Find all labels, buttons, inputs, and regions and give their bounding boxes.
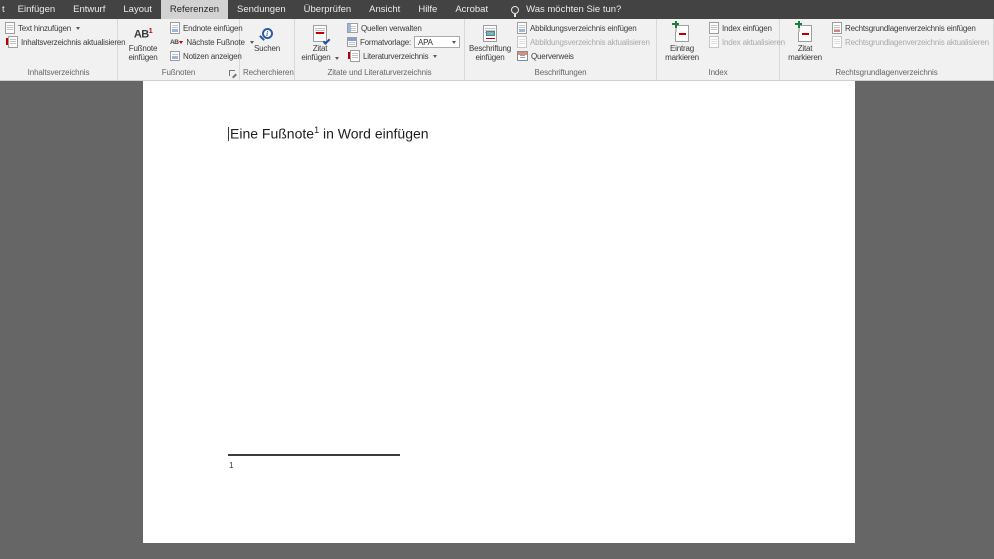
cross-reference-button[interactable]: Querverweis xyxy=(515,49,652,63)
insert-table-of-figures-icon xyxy=(517,22,527,34)
add-text-button[interactable]: Text hinzufügen xyxy=(3,21,127,35)
group-index: Eintrag markieren Index einfügen Index a… xyxy=(657,19,785,80)
update-table-of-figures-button: Abbildungsverzeichnis aktualisieren xyxy=(515,35,652,49)
update-index-icon xyxy=(709,36,719,48)
update-table-of-figures-icon xyxy=(517,36,527,48)
citation-style-row: Formatvorlage: APA xyxy=(345,35,462,49)
update-toa-icon xyxy=(832,36,842,48)
dropdown-arrow-icon xyxy=(433,54,438,58)
mark-citation-button[interactable]: Zitat markieren xyxy=(783,20,827,62)
tab-start-partial[interactable]: t xyxy=(0,0,9,19)
mark-citation-icon xyxy=(795,20,812,42)
insert-index-button[interactable]: Index einfügen xyxy=(707,21,787,35)
dropdown-arrow-icon xyxy=(76,26,81,30)
next-footnote-icon: AB xyxy=(170,39,184,46)
bibliography-icon xyxy=(348,50,360,62)
dropdown-arrow-icon xyxy=(452,40,456,44)
tab-entwurf[interactable]: Entwurf xyxy=(64,0,114,19)
tell-me-label: Was möchten Sie tun? xyxy=(526,4,622,15)
insert-footnote-button[interactable]: AB1 Fußnote einfügen xyxy=(121,21,165,62)
tab-sendungen[interactable]: Sendungen xyxy=(228,0,295,19)
update-toc-button[interactable]: Inhaltsverzeichnis aktualisieren xyxy=(3,35,127,49)
mark-entry-button[interactable]: Eintrag markieren xyxy=(660,20,704,62)
group-label-zitate: Zitate und Literaturverzeichnis xyxy=(327,68,432,77)
search-button[interactable]: i Suchen xyxy=(245,21,289,53)
group-label-index: Index xyxy=(708,68,728,77)
group-label-recherchieren: Recherchieren xyxy=(243,68,294,77)
search-icon: i xyxy=(261,28,273,39)
footnote-number: 1 xyxy=(229,461,234,470)
tab-referenzen[interactable]: Referenzen xyxy=(160,0,229,19)
insert-caption-icon xyxy=(483,25,497,42)
cross-reference-icon xyxy=(517,51,528,61)
group-recherchieren: i Suchen Recherchieren xyxy=(240,19,295,80)
tab-einfuegen[interactable]: Einfügen xyxy=(9,0,65,19)
update-toc-icon xyxy=(6,36,18,48)
insert-citation-icon xyxy=(313,25,331,45)
manage-sources-button[interactable]: Quellen verwalten xyxy=(345,21,462,35)
insert-toa-button[interactable]: Rechtsgrundlagenverzeichnis einfügen xyxy=(830,21,991,35)
tab-ansicht[interactable]: Ansicht xyxy=(360,0,409,19)
document-background: Eine Fußnote1 in Word einfügen 1 xyxy=(0,81,994,558)
insert-footnote-icon: AB1 xyxy=(133,28,153,41)
group-beschriftungen: Beschriftung einfügen Abbildungsverzeich… xyxy=(465,19,657,80)
manage-sources-icon xyxy=(347,23,358,33)
group-fussnoten: AB1 Fußnote einfügen Endnote einfügen AB… xyxy=(118,19,254,80)
dropdown-arrow-icon xyxy=(334,57,339,60)
group-inhaltsverzeichnis: Text hinzufügen Inhaltsverzeichnis aktua… xyxy=(0,19,126,80)
footnotes-dialog-launcher-icon[interactable] xyxy=(229,70,237,78)
add-text-icon xyxy=(5,22,15,34)
text-cursor xyxy=(228,126,229,141)
tell-me-box[interactable]: Was möchten Sie tun? xyxy=(503,0,629,19)
insert-endnote-icon xyxy=(170,22,180,34)
tab-layout[interactable]: Layout xyxy=(114,0,161,19)
group-label-inhaltsverzeichnis: Inhaltsverzeichnis xyxy=(27,68,90,77)
bibliography-button[interactable]: Literaturverzeichnis xyxy=(345,49,462,63)
insert-caption-button[interactable]: Beschriftung einfügen xyxy=(468,21,512,62)
insert-index-icon xyxy=(709,22,719,34)
citation-style-icon xyxy=(347,37,357,47)
update-index-button: Index aktualisieren xyxy=(707,35,787,49)
show-notes-icon xyxy=(170,51,180,61)
insert-table-of-figures-button[interactable]: Abbildungsverzeichnis einfügen xyxy=(515,21,652,35)
footnote-separator xyxy=(228,454,400,456)
insert-toa-icon xyxy=(832,22,842,34)
tab-hilfe[interactable]: Hilfe xyxy=(409,0,446,19)
ribbon-tab-bar: t Einfügen Entwurf Layout Referenzen Sen… xyxy=(0,0,994,19)
document-page[interactable]: Eine Fußnote1 in Word einfügen 1 xyxy=(143,81,855,543)
mark-entry-icon xyxy=(672,20,689,42)
update-toa-button: Rechtsgrundlagenverzeichnis aktualisiere… xyxy=(830,35,991,49)
insert-citation-button[interactable]: Zitat einfügen xyxy=(298,21,342,62)
citation-style-select[interactable]: APA xyxy=(414,36,460,48)
group-label-fussnoten: Fußnoten xyxy=(161,68,196,77)
group-zitate: Zitat einfügen Quellen verwalten Formatv… xyxy=(295,19,465,80)
ribbon-referenzen: Text hinzufügen Inhaltsverzeichnis aktua… xyxy=(0,19,994,81)
group-label-rechtsgrundlagen: Rechtsgrundlagenverzeichnis xyxy=(835,68,938,77)
group-rechtsgrundlagen: Zitat markieren Rechtsgrundlagenverzeich… xyxy=(780,19,994,80)
group-label-beschriftungen: Beschriftungen xyxy=(534,68,587,77)
tab-acrobat[interactable]: Acrobat xyxy=(446,0,497,19)
document-heading: Eine Fußnote1 in Word einfügen xyxy=(228,125,429,142)
tab-ueberpruefen[interactable]: Überprüfen xyxy=(295,0,361,19)
lightbulb-icon xyxy=(511,5,520,17)
